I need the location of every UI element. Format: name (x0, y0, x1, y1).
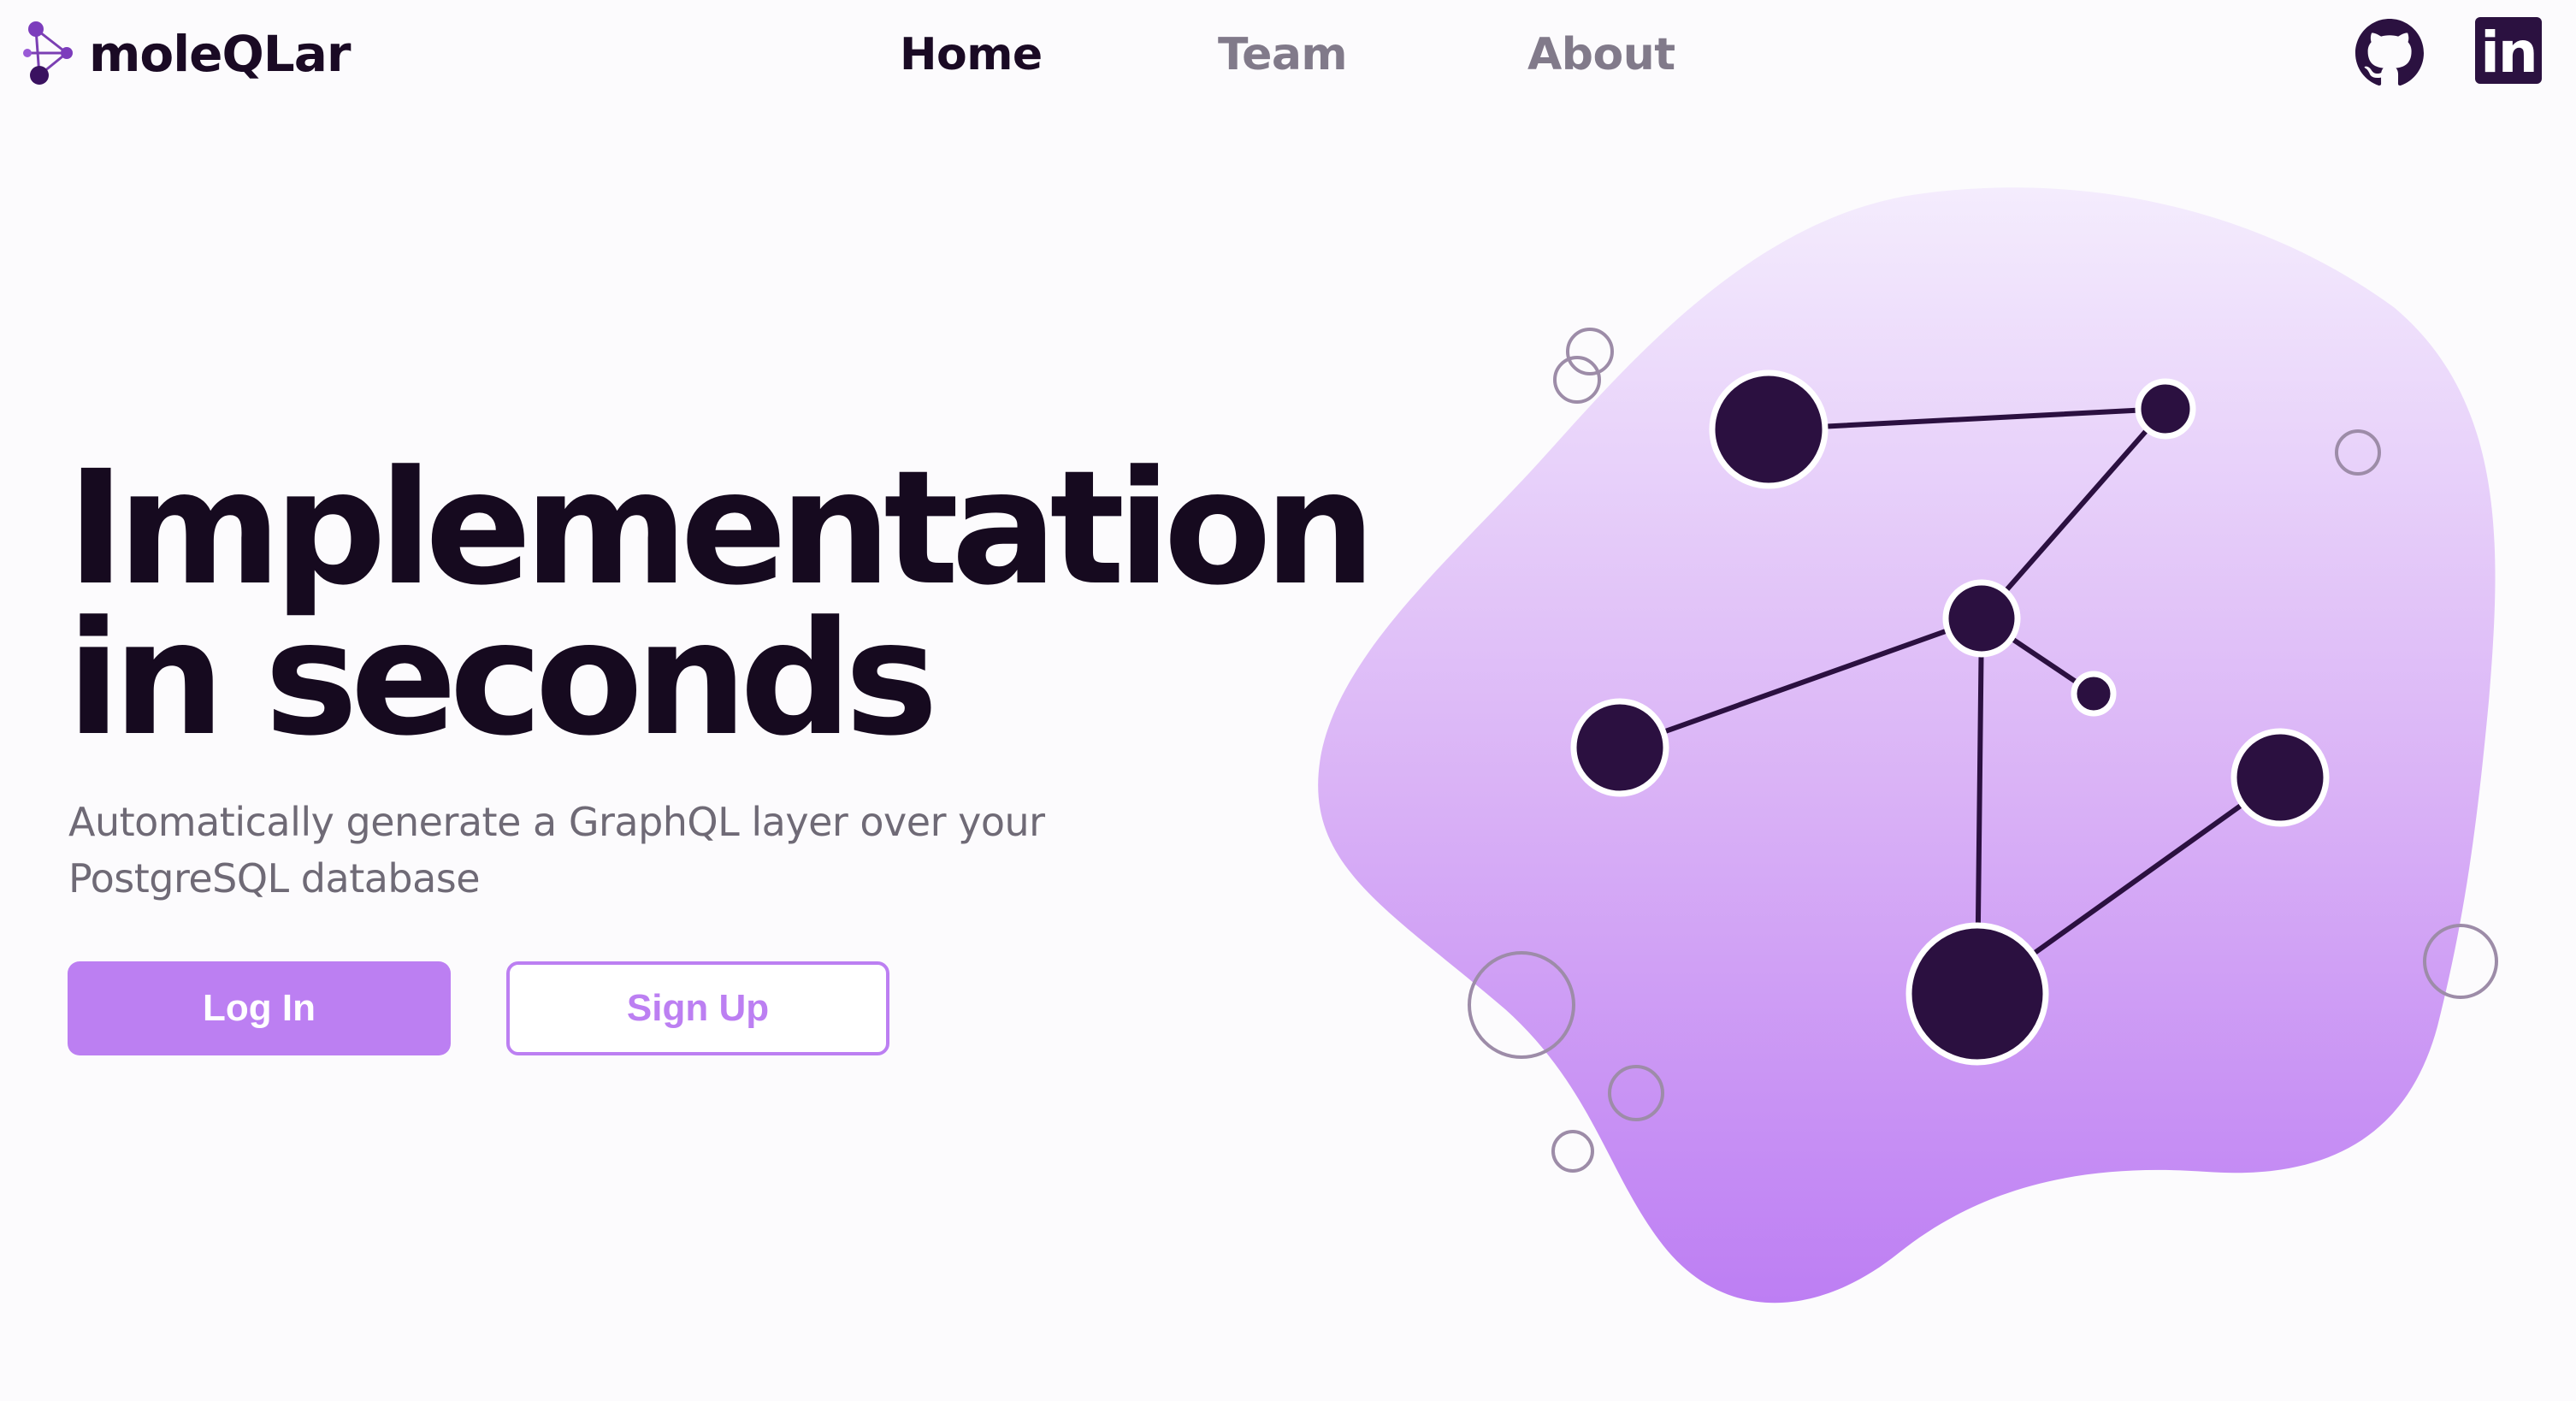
github-icon (2355, 19, 2424, 86)
atom (2230, 728, 2330, 827)
logo-link[interactable]: moleQLar (22, 21, 352, 87)
brand-name: moleQLar (89, 25, 352, 83)
bubble (1566, 328, 1614, 375)
hero-subtitle: Automatically generate a GraphQL layer o… (68, 799, 1045, 901)
atom (2071, 671, 2117, 717)
atom (1570, 698, 1669, 797)
hero-title-line-2: in seconds (67, 588, 938, 771)
linkedin-icon: in (2480, 20, 2538, 86)
signup-button[interactable]: Sign Up (506, 961, 889, 1055)
atom (1942, 579, 2021, 658)
hero-title: Implementation in seconds (67, 437, 1376, 771)
nav-home[interactable]: Home (900, 29, 1043, 80)
bubble (1553, 356, 1601, 404)
background-blob (1318, 187, 2496, 1303)
atom (2135, 378, 2196, 440)
molecule-logo-icon (23, 21, 73, 85)
nav-team[interactable]: Team (1218, 29, 1348, 80)
github-link[interactable] (2355, 19, 2424, 87)
molecule-graph-illustration (1318, 187, 2498, 1303)
atom (1905, 922, 2049, 1066)
atom (1709, 369, 1829, 489)
login-button[interactable]: Log In (68, 961, 451, 1055)
hero-title-line-1: Implementation (67, 437, 1376, 620)
linkedin-link[interactable]: in (2475, 17, 2542, 84)
bubble (1551, 1130, 1594, 1173)
nav-about[interactable]: About (1527, 29, 1675, 80)
